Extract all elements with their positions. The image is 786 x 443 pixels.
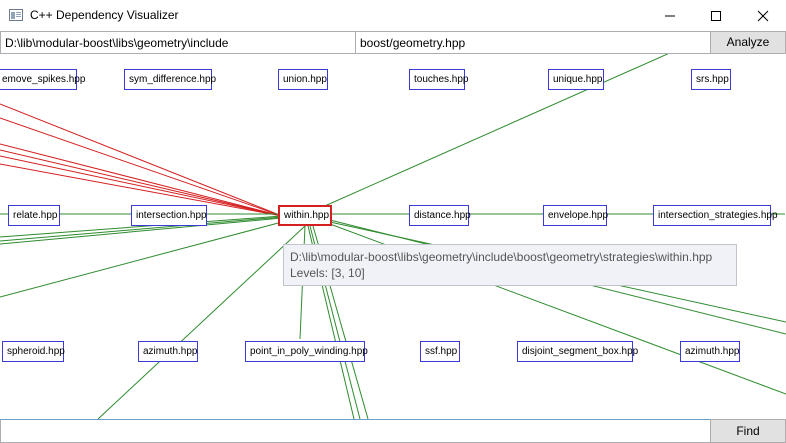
graph-node[interactable]: touches.hpp <box>409 69 469 90</box>
graph-node[interactable]: envelope.hpp <box>543 205 608 226</box>
dependency-graph-canvas[interactable]: emove_spikes.hpp sym_difference.hpp unio… <box>0 54 786 419</box>
graph-node[interactable]: union.hpp <box>278 69 328 90</box>
graph-node[interactable]: point_in_poly_winding.hpp <box>245 341 368 362</box>
graph-node[interactable]: disjoint_segment_box.hpp <box>517 341 638 362</box>
close-icon <box>757 10 769 22</box>
include-edge <box>0 117 283 217</box>
graph-node[interactable]: spheroid.hpp <box>2 341 65 362</box>
selected-graph-node[interactable]: within.hpp <box>278 205 332 226</box>
graph-node[interactable]: srs.hpp <box>691 69 731 90</box>
minimize-icon <box>665 15 675 17</box>
dependency-edge <box>317 54 669 210</box>
graph-node[interactable]: relate.hpp <box>8 205 60 226</box>
minimize-button[interactable] <box>647 0 693 31</box>
find-input[interactable] <box>0 419 711 443</box>
find-bar: Find <box>0 419 786 443</box>
dependency-edge <box>97 225 306 419</box>
toolbar: Analyze <box>0 31 786 54</box>
graph-node[interactable]: distance.hpp <box>409 205 471 226</box>
graph-node[interactable]: unique.hpp <box>548 69 604 90</box>
app-icon <box>9 9 23 21</box>
dependency-edge <box>0 221 283 298</box>
graph-node[interactable]: intersection_strategies.hpp <box>653 205 778 226</box>
close-button[interactable] <box>740 0 786 31</box>
graph-node[interactable]: azimuth.hpp <box>680 341 740 362</box>
include-path-input[interactable] <box>0 31 356 54</box>
title-bar: C++ Dependency Visualizer <box>0 0 786 31</box>
graph-node[interactable]: ssf.hpp <box>420 341 460 362</box>
graph-node[interactable]: sym_difference.hpp <box>124 69 216 90</box>
tooltip-path: D:\lib\modular-boost\libs\geometry\inclu… <box>290 250 713 264</box>
tooltip-levels: Levels: [3, 10] <box>290 266 365 280</box>
maximize-button[interactable] <box>693 0 739 31</box>
graph-node[interactable]: emove_spikes.hpp <box>0 69 85 90</box>
graph-node[interactable]: intersection.hpp <box>131 205 207 226</box>
analyze-button[interactable]: Analyze <box>710 31 786 54</box>
window-title: C++ Dependency Visualizer <box>30 8 179 22</box>
node-tooltip: D:\lib\modular-boost\libs\geometry\inclu… <box>283 244 737 286</box>
find-button[interactable]: Find <box>710 419 786 443</box>
maximize-icon <box>711 11 721 21</box>
graph-edges <box>0 54 786 419</box>
root-file-input[interactable] <box>355 31 711 54</box>
graph-node[interactable]: azimuth.hpp <box>138 341 198 362</box>
